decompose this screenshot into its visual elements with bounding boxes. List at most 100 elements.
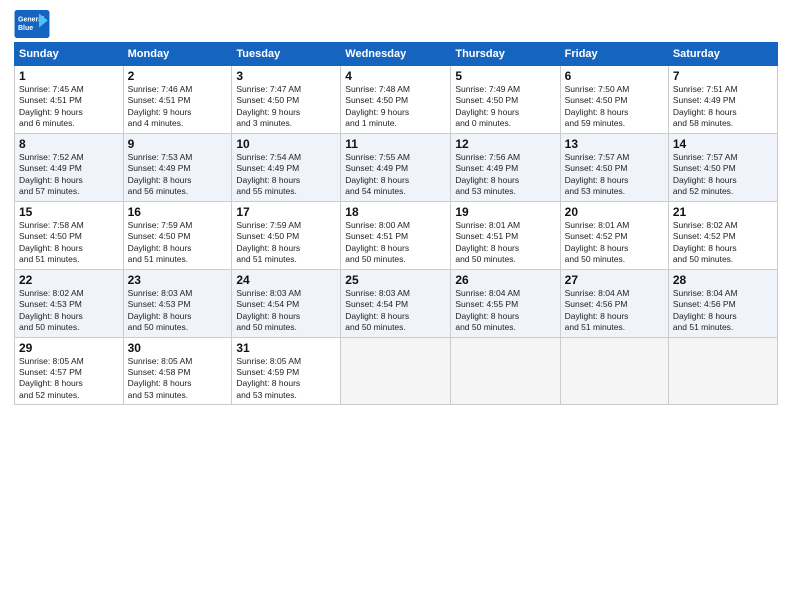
calendar-cell: 7Sunrise: 7:51 AM Sunset: 4:49 PM Daylig… (668, 66, 777, 134)
week-row-5: 29Sunrise: 8:05 AM Sunset: 4:57 PM Dayli… (15, 337, 778, 405)
header-row: General Blue (14, 10, 778, 38)
calendar-cell: 16Sunrise: 7:59 AM Sunset: 4:50 PM Dayli… (123, 201, 232, 269)
svg-text:Blue: Blue (18, 25, 33, 32)
calendar-cell (341, 337, 451, 405)
day-detail: Sunrise: 7:46 AM Sunset: 4:51 PM Dayligh… (128, 84, 193, 128)
day-number: 25 (345, 273, 446, 287)
day-detail: Sunrise: 8:05 AM Sunset: 4:58 PM Dayligh… (128, 356, 193, 400)
calendar-cell: 21Sunrise: 8:02 AM Sunset: 4:52 PM Dayli… (668, 201, 777, 269)
day-number: 2 (128, 69, 228, 83)
calendar-cell: 8Sunrise: 7:52 AM Sunset: 4:49 PM Daylig… (15, 133, 124, 201)
calendar-cell: 4Sunrise: 7:48 AM Sunset: 4:50 PM Daylig… (341, 66, 451, 134)
day-number: 31 (236, 341, 336, 355)
week-row-3: 15Sunrise: 7:58 AM Sunset: 4:50 PM Dayli… (15, 201, 778, 269)
day-detail: Sunrise: 8:01 AM Sunset: 4:52 PM Dayligh… (565, 220, 630, 264)
day-number: 1 (19, 69, 119, 83)
calendar-cell: 1Sunrise: 7:45 AM Sunset: 4:51 PM Daylig… (15, 66, 124, 134)
calendar-cell: 11Sunrise: 7:55 AM Sunset: 4:49 PM Dayli… (341, 133, 451, 201)
day-number: 30 (128, 341, 228, 355)
day-detail: Sunrise: 7:49 AM Sunset: 4:50 PM Dayligh… (455, 84, 520, 128)
day-number: 10 (236, 137, 336, 151)
day-number: 18 (345, 205, 446, 219)
day-detail: Sunrise: 7:57 AM Sunset: 4:50 PM Dayligh… (673, 152, 738, 196)
day-detail: Sunrise: 8:03 AM Sunset: 4:54 PM Dayligh… (345, 288, 410, 332)
day-number: 13 (565, 137, 664, 151)
day-number: 17 (236, 205, 336, 219)
day-detail: Sunrise: 8:04 AM Sunset: 4:56 PM Dayligh… (565, 288, 630, 332)
calendar-cell: 15Sunrise: 7:58 AM Sunset: 4:50 PM Dayli… (15, 201, 124, 269)
calendar-cell: 17Sunrise: 7:59 AM Sunset: 4:50 PM Dayli… (232, 201, 341, 269)
day-detail: Sunrise: 7:55 AM Sunset: 4:49 PM Dayligh… (345, 152, 410, 196)
header-row-table: SundayMondayTuesdayWednesdayThursdayFrid… (15, 43, 778, 66)
day-detail: Sunrise: 7:51 AM Sunset: 4:49 PM Dayligh… (673, 84, 738, 128)
calendar-cell: 6Sunrise: 7:50 AM Sunset: 4:50 PM Daylig… (560, 66, 668, 134)
col-header-wednesday: Wednesday (341, 43, 451, 66)
day-number: 28 (673, 273, 773, 287)
day-number: 29 (19, 341, 119, 355)
day-number: 16 (128, 205, 228, 219)
day-detail: Sunrise: 8:02 AM Sunset: 4:53 PM Dayligh… (19, 288, 84, 332)
day-detail: Sunrise: 7:56 AM Sunset: 4:49 PM Dayligh… (455, 152, 520, 196)
calendar-cell: 28Sunrise: 8:04 AM Sunset: 4:56 PM Dayli… (668, 269, 777, 337)
day-detail: Sunrise: 7:48 AM Sunset: 4:50 PM Dayligh… (345, 84, 410, 128)
day-detail: Sunrise: 7:57 AM Sunset: 4:50 PM Dayligh… (565, 152, 630, 196)
day-number: 22 (19, 273, 119, 287)
day-detail: Sunrise: 7:59 AM Sunset: 4:50 PM Dayligh… (128, 220, 193, 264)
day-detail: Sunrise: 7:53 AM Sunset: 4:49 PM Dayligh… (128, 152, 193, 196)
calendar-cell: 5Sunrise: 7:49 AM Sunset: 4:50 PM Daylig… (451, 66, 560, 134)
logo: General Blue (14, 10, 50, 38)
day-number: 27 (565, 273, 664, 287)
day-number: 19 (455, 205, 555, 219)
day-detail: Sunrise: 8:03 AM Sunset: 4:53 PM Dayligh… (128, 288, 193, 332)
day-detail: Sunrise: 8:03 AM Sunset: 4:54 PM Dayligh… (236, 288, 301, 332)
day-detail: Sunrise: 8:04 AM Sunset: 4:55 PM Dayligh… (455, 288, 520, 332)
calendar-cell (560, 337, 668, 405)
calendar-cell: 10Sunrise: 7:54 AM Sunset: 4:49 PM Dayli… (232, 133, 341, 201)
calendar-cell: 30Sunrise: 8:05 AM Sunset: 4:58 PM Dayli… (123, 337, 232, 405)
calendar-cell: 14Sunrise: 7:57 AM Sunset: 4:50 PM Dayli… (668, 133, 777, 201)
calendar-cell: 23Sunrise: 8:03 AM Sunset: 4:53 PM Dayli… (123, 269, 232, 337)
col-header-saturday: Saturday (668, 43, 777, 66)
calendar-cell: 18Sunrise: 8:00 AM Sunset: 4:51 PM Dayli… (341, 201, 451, 269)
calendar-cell: 27Sunrise: 8:04 AM Sunset: 4:56 PM Dayli… (560, 269, 668, 337)
calendar-cell (668, 337, 777, 405)
calendar-cell: 20Sunrise: 8:01 AM Sunset: 4:52 PM Dayli… (560, 201, 668, 269)
day-detail: Sunrise: 7:54 AM Sunset: 4:49 PM Dayligh… (236, 152, 301, 196)
day-number: 15 (19, 205, 119, 219)
day-number: 7 (673, 69, 773, 83)
day-number: 9 (128, 137, 228, 151)
col-header-friday: Friday (560, 43, 668, 66)
calendar-cell: 26Sunrise: 8:04 AM Sunset: 4:55 PM Dayli… (451, 269, 560, 337)
day-detail: Sunrise: 8:04 AM Sunset: 4:56 PM Dayligh… (673, 288, 738, 332)
calendar-table: SundayMondayTuesdayWednesdayThursdayFrid… (14, 42, 778, 405)
day-number: 20 (565, 205, 664, 219)
week-row-4: 22Sunrise: 8:02 AM Sunset: 4:53 PM Dayli… (15, 269, 778, 337)
calendar-cell: 29Sunrise: 8:05 AM Sunset: 4:57 PM Dayli… (15, 337, 124, 405)
calendar-cell: 9Sunrise: 7:53 AM Sunset: 4:49 PM Daylig… (123, 133, 232, 201)
calendar-cell: 22Sunrise: 8:02 AM Sunset: 4:53 PM Dayli… (15, 269, 124, 337)
day-number: 4 (345, 69, 446, 83)
calendar-cell: 3Sunrise: 7:47 AM Sunset: 4:50 PM Daylig… (232, 66, 341, 134)
calendar-cell (451, 337, 560, 405)
day-detail: Sunrise: 8:02 AM Sunset: 4:52 PM Dayligh… (673, 220, 738, 264)
calendar-cell: 31Sunrise: 8:05 AM Sunset: 4:59 PM Dayli… (232, 337, 341, 405)
week-row-1: 1Sunrise: 7:45 AM Sunset: 4:51 PM Daylig… (15, 66, 778, 134)
day-number: 5 (455, 69, 555, 83)
day-number: 11 (345, 137, 446, 151)
day-number: 12 (455, 137, 555, 151)
day-detail: Sunrise: 7:59 AM Sunset: 4:50 PM Dayligh… (236, 220, 301, 264)
calendar-cell: 12Sunrise: 7:56 AM Sunset: 4:49 PM Dayli… (451, 133, 560, 201)
day-detail: Sunrise: 7:52 AM Sunset: 4:49 PM Dayligh… (19, 152, 84, 196)
calendar-cell: 13Sunrise: 7:57 AM Sunset: 4:50 PM Dayli… (560, 133, 668, 201)
calendar-cell: 2Sunrise: 7:46 AM Sunset: 4:51 PM Daylig… (123, 66, 232, 134)
week-row-2: 8Sunrise: 7:52 AM Sunset: 4:49 PM Daylig… (15, 133, 778, 201)
col-header-thursday: Thursday (451, 43, 560, 66)
col-header-monday: Monday (123, 43, 232, 66)
page-container: General Blue SundayMondayTuesdayWednesda… (0, 0, 792, 411)
day-number: 8 (19, 137, 119, 151)
day-detail: Sunrise: 8:05 AM Sunset: 4:57 PM Dayligh… (19, 356, 84, 400)
logo-icon: General Blue (14, 10, 50, 38)
day-detail: Sunrise: 8:01 AM Sunset: 4:51 PM Dayligh… (455, 220, 520, 264)
day-detail: Sunrise: 7:47 AM Sunset: 4:50 PM Dayligh… (236, 84, 301, 128)
day-detail: Sunrise: 8:05 AM Sunset: 4:59 PM Dayligh… (236, 356, 301, 400)
